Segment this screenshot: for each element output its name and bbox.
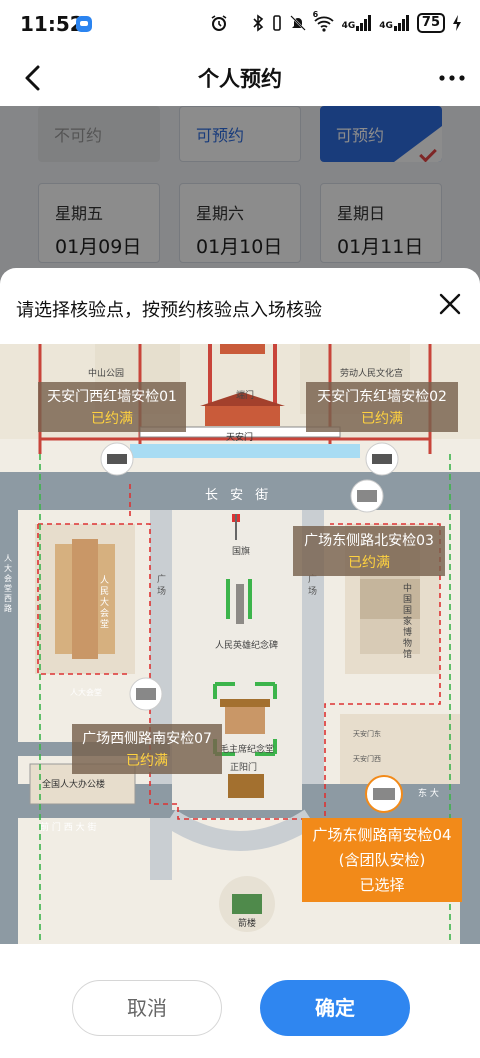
checkpoint-status: 已约满 [126,753,168,769]
signal-2: 4G [379,15,410,31]
checkpoint-name: 广场东侧路南安检04 [312,826,452,844]
page-title: 个人预约 [198,67,282,91]
map-label-zhongshan-park: 中山公园 [88,369,125,379]
checkpoint-name: 广场西侧路南安检07 [82,731,212,747]
map-label-culture-palace: 劳动人民文化宫 [340,369,404,379]
vibrate-icon [272,15,281,31]
network-type-1: 4G [341,21,356,31]
map-label-flag: 国旗 [232,547,251,557]
sheet-title: 请选择核验点，按预约核验点入场核验 [16,300,322,321]
map-label-mausoleum: 毛主席纪念堂 [220,745,275,755]
signal-1: 4G [342,15,373,31]
nav-bar: 个人预约 [0,50,480,106]
map-label-qianmen-west: 前 门 西 大 街 [40,823,97,833]
checkpoint-03-label[interactable]: 广场东侧路北安检03 已约满 [293,526,445,576]
map-label-museum: 中国国家博物馆 [403,584,413,660]
message-app-icon [76,16,92,32]
map-label-npc-office: 全国人大办公楼 [42,780,106,790]
checkpoint-pin-03[interactable] [350,479,384,513]
checkpoint-pin-01[interactable] [100,442,134,476]
checkpoint-04-label[interactable]: 广场东侧路南安检04 (含团队安检) 已选择 [302,818,462,902]
checkpoint-pin-04[interactable] [365,775,403,813]
map-label-dongda: 东 大 [418,789,439,799]
map-label-renda-east: 人大会堂 [70,688,102,697]
close-icon[interactable] [434,288,466,320]
map-label-jianlou: 箭楼 [238,919,257,929]
status-time: 11:52 [20,12,84,36]
map-label-tiananmen: 天安门 [226,433,254,443]
map-label-renda-west: 人大会堂西路 [4,554,12,613]
more-options-icon[interactable] [436,62,468,94]
signal-icon [393,15,409,31]
confirm-button[interactable]: 确定 [260,980,410,1036]
checkpoint-name: 天安门西红墙安检01 [47,389,177,405]
battery-indicator: 75 [416,13,445,33]
wifi-icon: 6 [313,10,335,32]
map-label-changan-street: 长 安 街 [205,488,273,503]
map-label-tiananmen-west-station: 天安门西 [353,755,381,763]
map-label-tiananmen-east-station: 天安门东 [353,730,381,738]
checkpoint-map[interactable]: 中山公园 劳动人民文化宫 端门 天安门 长 安 街 国旗 人民大会堂 中国国家博… [0,344,480,944]
cancel-button[interactable]: 取消 [72,980,222,1036]
network-type-2: 4G [379,21,393,31]
charging-icon [453,15,461,31]
status-icons: 6 4G 4G 75 [210,10,462,33]
alarm-icon [211,15,227,31]
checkpoint-status: 已约满 [91,411,133,427]
checkpoint-name: 天安门东红墙安检02 [317,389,447,405]
map-label-guangchang-east: 广 场 [308,575,318,597]
checkpoint-status: 已约满 [348,555,390,571]
checkpoint-subtitle: (含团队安检) [338,851,426,869]
checkpoint-01-label[interactable]: 天安门西红墙安检01 已约满 [38,382,186,432]
status-bar: 11:52 6 4G 4G 75 [0,0,480,50]
map-label-zhengyangmen: 正阳门 [230,763,258,773]
checkpoint-pin-07[interactable] [129,677,163,711]
wifi-badge: 6 [312,10,319,19]
checkpoint-pin-02[interactable] [365,442,399,476]
map-label-monument: 人民英雄纪念碑 [215,641,279,651]
checkpoint-02-label[interactable]: 天安门东红墙安检02 已约满 [306,382,458,432]
checkpoint-status: 已约满 [361,411,403,427]
checkpoint-sheet: 请选择核验点，按预约核验点入场核验 中山公园 劳动人民文化宫 端门 天安门 长 … [0,268,480,1058]
bluetooth-icon [253,14,263,32]
checkpoint-status: 已选择 [359,876,405,894]
map-label-great-hall: 人民大会堂 [100,576,110,630]
mute-icon [289,15,306,31]
checkpoint-name: 广场东侧路北安检03 [304,533,434,549]
signal-icon [356,15,372,31]
checkpoint-07-label[interactable]: 广场西侧路南安检07 已约满 [72,724,222,774]
map-label-guangchang-west: 广 场 [157,575,167,597]
map-label-duanmen: 端门 [236,391,255,401]
